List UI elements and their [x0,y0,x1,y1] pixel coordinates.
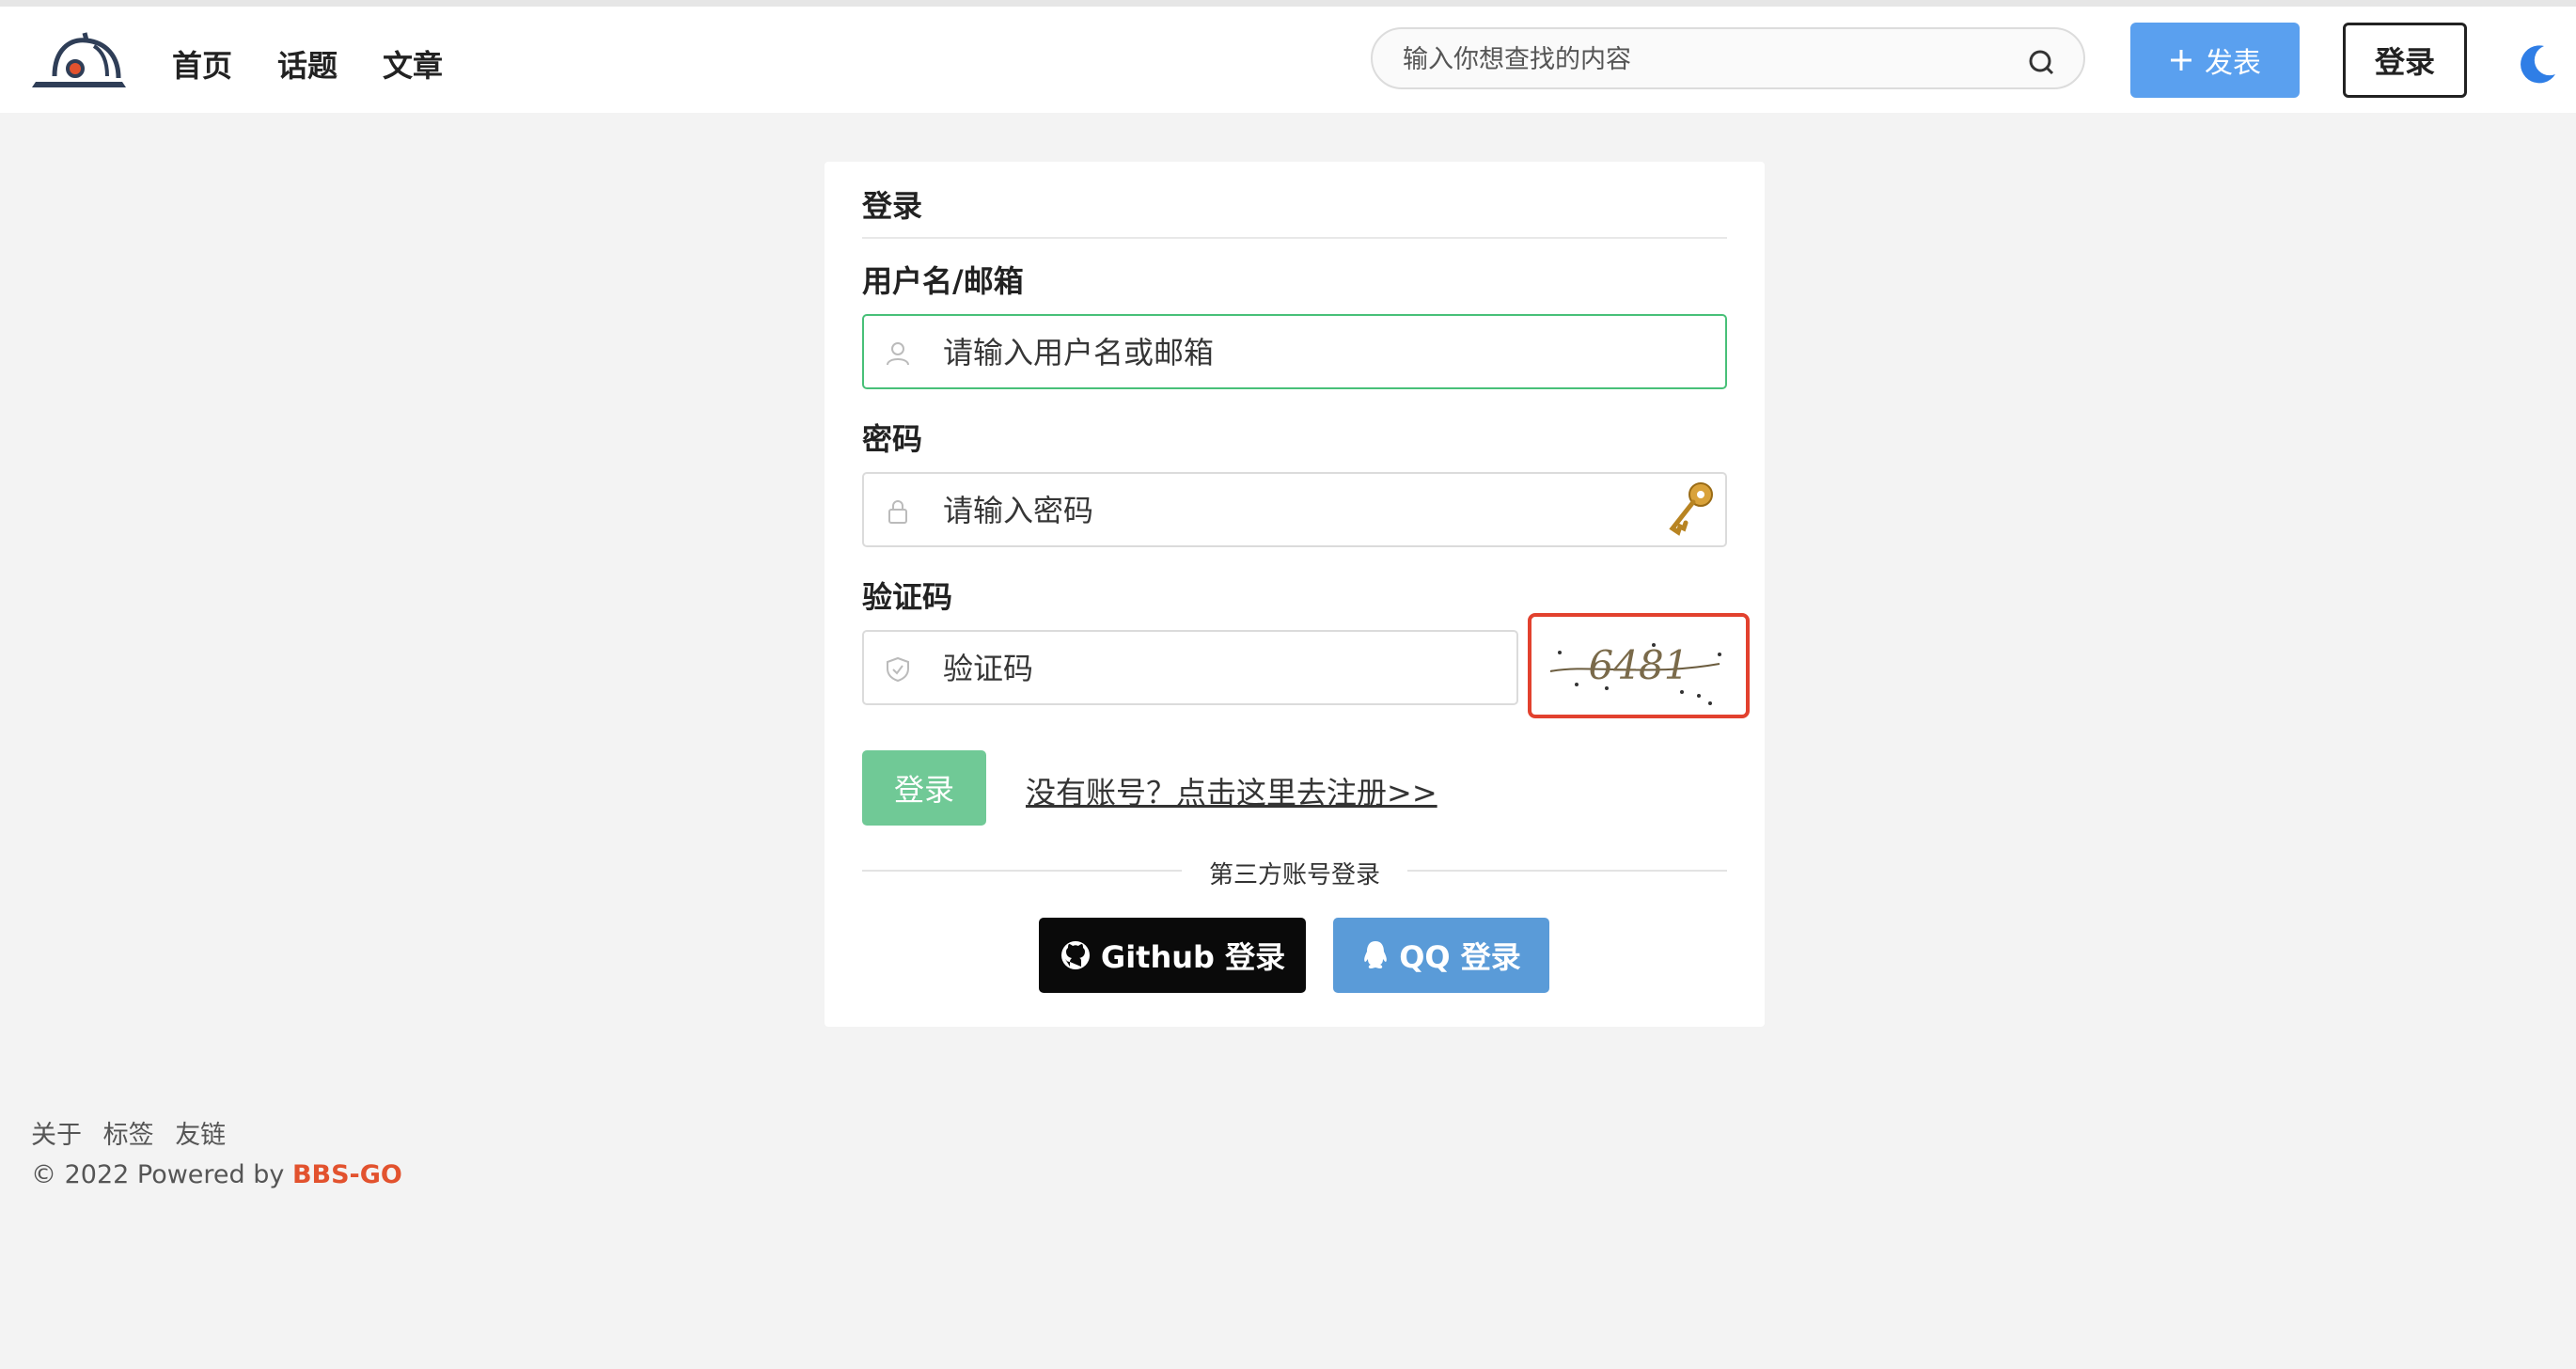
nav-home[interactable]: 首页 [172,42,232,86]
header-login-button[interactable]: 登录 [2343,23,2467,98]
copyright-text: © 2022 Powered by [31,1160,292,1189]
password-label: 密码 [862,421,923,457]
footer-link-friends[interactable]: 友链 [175,1121,226,1150]
search-icon[interactable] [2027,48,2055,76]
qq-login-button[interactable]: QQ 登录 [1333,918,1549,993]
post-button-label: 发表 [2205,47,2261,80]
nav-topics[interactable]: 话题 [277,42,338,86]
captcha-input[interactable] [941,632,1490,705]
footer-link-tags[interactable]: 标签 [103,1121,154,1150]
captcha-field [862,630,1518,705]
key-icon[interactable] [1665,480,1718,538]
title-divider [862,237,1727,239]
nav-articles[interactable]: 文章 [383,42,443,86]
captcha-text: 6481 [1589,642,1689,688]
github-icon [1060,941,1090,969]
login-card: 登录 用户名/邮箱 密码 验证码 6481 [825,162,1765,1027]
github-login-button[interactable]: Github 登录 [1039,918,1306,993]
username-label: 用户名/邮箱 [862,263,1024,299]
post-button[interactable]: 发表 [2130,23,2300,98]
top-border [0,0,2576,7]
footer-link-about[interactable]: 关于 [31,1121,82,1150]
github-login-label: Github 登录 [1100,939,1286,975]
shield-icon [887,656,909,683]
login-submit-button[interactable]: 登录 [862,750,986,826]
brand-link[interactable]: BBS-GO [292,1160,402,1189]
login-title: 登录 [862,188,923,224]
password-field [862,472,1727,547]
username-input[interactable] [941,316,1716,389]
qq-icon [1364,941,1388,968]
username-field [862,314,1727,389]
search-input[interactable] [1401,29,2006,89]
third-party-label: 第三方账号登录 [1208,861,1380,889]
captcha-image[interactable]: 6481 [1528,613,1750,718]
search-bar [1371,27,2085,89]
qq-login-label: QQ 登录 [1399,939,1521,975]
plus-icon [2171,50,2191,71]
copyright: © 2022 Powered by BBS-GO [31,1160,402,1189]
register-link[interactable]: 没有账号？点击这里去注册>> [1026,769,1437,812]
captcha-graphic: 6481 [1549,642,1721,705]
captcha-label: 验证码 [862,579,953,615]
dark-mode-icon[interactable] [2516,42,2557,84]
user-icon [887,342,909,366]
top-navbar: 首页 话题 文章 发表 登录 [0,7,2576,113]
lock-icon [888,500,907,524]
footer: 关于 标签 友链 © 2022 Powered by BBS-GO [31,1114,402,1189]
logo-icon[interactable] [28,29,132,97]
footer-links: 关于 标签 友链 [31,1114,402,1151]
password-input[interactable] [941,474,1641,547]
